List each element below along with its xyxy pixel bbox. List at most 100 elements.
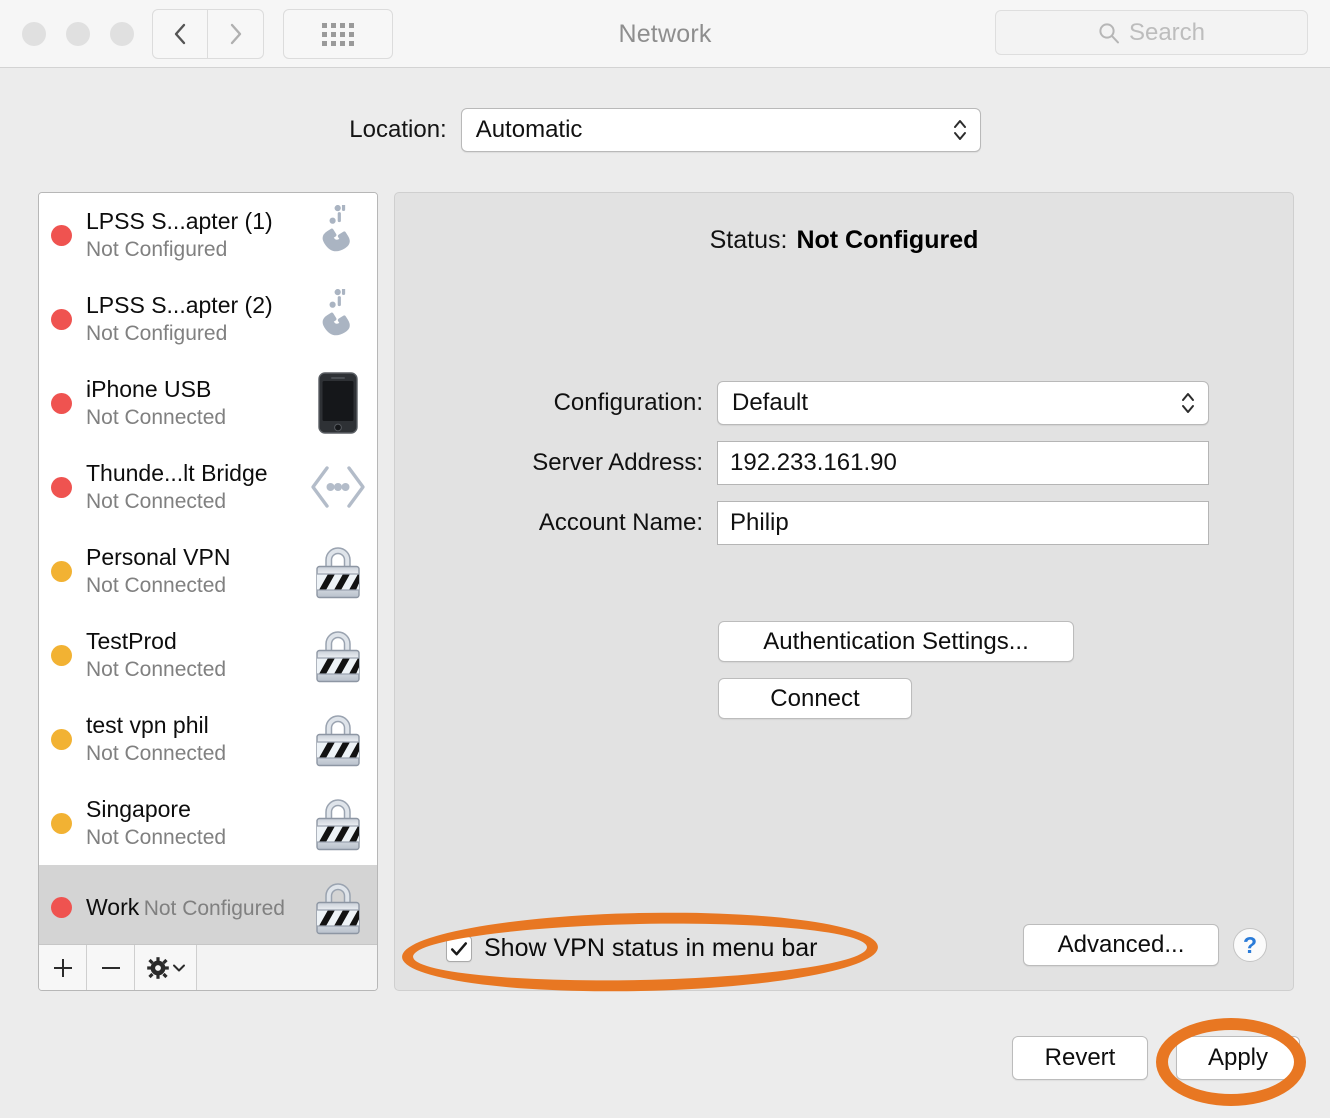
- location-popup-button[interactable]: Automatic: [460, 108, 981, 152]
- window-titlebar: Network Search: [0, 0, 1330, 68]
- service-name: test vpn phil: [86, 712, 209, 738]
- network-services-panel: LPSS S...apter (1) Not Configured LPSS S…: [38, 192, 378, 991]
- service-actions-button[interactable]: [135, 945, 197, 990]
- modem-icon: [322, 205, 350, 252]
- service-detail-pane: Status: Not Configured Configuration: De…: [394, 192, 1294, 991]
- text-input-value: Philip: [730, 509, 789, 536]
- service-row[interactable]: LPSS S...apter (2) Not Configured: [39, 277, 377, 361]
- network-preferences-window: Network Search Location: Automatic LPSS …: [0, 0, 1330, 1118]
- advanced-row: Advanced... ?: [1023, 924, 1267, 966]
- form-row: Configuration: Default: [395, 381, 1293, 425]
- service-status: Not Connected: [86, 826, 227, 849]
- vpn-lock-icon: [316, 547, 360, 599]
- service-icon-wrapper: [307, 792, 369, 854]
- checkmark-icon: [450, 941, 468, 955]
- service-icon-wrapper: [307, 876, 369, 938]
- vpn-lock-icon: [316, 883, 360, 935]
- action-button-stack: Authentication Settings... Connect: [718, 621, 1074, 719]
- service-row[interactable]: Singapore Not Connected: [39, 781, 377, 865]
- service-icon-wrapper: [307, 456, 369, 518]
- vpn-settings-form: Configuration: Default Server Address: 1…: [395, 381, 1293, 561]
- status-value: Not Configured: [796, 226, 979, 254]
- service-icon-wrapper: [307, 372, 369, 434]
- form-row: Server Address: 192.233.161.90: [395, 441, 1293, 485]
- status-dot-red: [51, 896, 72, 918]
- service-name: Singapore: [86, 796, 191, 822]
- status-dot-yellow: [51, 560, 72, 582]
- service-icon-wrapper: [307, 708, 369, 770]
- search-field[interactable]: Search: [995, 10, 1308, 55]
- service-status: Not Connected: [86, 574, 227, 597]
- connect-button[interactable]: Connect: [718, 678, 912, 719]
- service-name: iPhone USB: [86, 376, 212, 402]
- search-icon: [1099, 22, 1119, 43]
- service-status: Not Configured: [143, 896, 285, 920]
- stepper-arrows-icon: [1182, 393, 1194, 413]
- services-list-toolbar: [39, 944, 377, 990]
- service-name: LPSS S...apter (2): [86, 292, 273, 318]
- text-input-value: 192.233.161.90: [730, 449, 897, 476]
- configuration-value: Default: [732, 389, 809, 416]
- add-service-button[interactable]: [39, 945, 87, 990]
- service-status: Not Connected: [86, 490, 227, 513]
- service-row[interactable]: Work Not Configured: [39, 865, 377, 949]
- service-status: Not Connected: [86, 406, 227, 429]
- service-icon-wrapper: [307, 540, 369, 602]
- stepper-arrows-icon: [953, 120, 966, 140]
- service-name: Personal VPN: [86, 544, 231, 570]
- service-row[interactable]: LPSS S...apter (1) Not Configured: [39, 193, 377, 277]
- toolbar-filler: [197, 945, 377, 990]
- service-name: LPSS S...apter (1): [86, 208, 273, 234]
- chevron-down-icon: [172, 964, 185, 971]
- service-row[interactable]: Thunde...lt Bridge Not Connected: [39, 445, 377, 529]
- service-icon-wrapper: [307, 624, 369, 686]
- advanced-button[interactable]: Advanced...: [1023, 924, 1219, 966]
- service-row[interactable]: test vpn phil Not Connected: [39, 697, 377, 781]
- status-dot-red: [51, 308, 72, 330]
- modem-icon: [322, 289, 350, 336]
- show-vpn-status-checkbox-row[interactable]: Show VPN status in menu bar: [446, 934, 818, 963]
- service-icon-wrapper: [307, 288, 369, 350]
- location-row: Location: Automatic: [0, 108, 1330, 152]
- status-label: Status:: [709, 226, 788, 254]
- service-icon-wrapper: [307, 204, 369, 266]
- thunderbolt-bridge-icon: [311, 466, 365, 508]
- service-name: Work: [86, 893, 140, 920]
- service-row[interactable]: Personal VPN Not Connected: [39, 529, 377, 613]
- status-dot-red: [51, 224, 72, 246]
- remove-service-button[interactable]: [87, 945, 135, 990]
- field-label: Account Name:: [538, 509, 703, 536]
- show-vpn-status-checkbox[interactable]: [446, 935, 472, 962]
- show-vpn-status-label: Show VPN status in menu bar: [484, 934, 818, 962]
- service-row[interactable]: iPhone USB Not Connected: [39, 361, 377, 445]
- network-services-list[interactable]: LPSS S...apter (1) Not Configured LPSS S…: [39, 193, 377, 949]
- footer-buttons: Revert Apply: [1012, 1036, 1300, 1080]
- service-name: TestProd: [86, 628, 177, 654]
- status-dot-red: [51, 392, 72, 414]
- text-input[interactable]: Philip: [717, 501, 1209, 545]
- service-status: Not Connected: [86, 658, 227, 681]
- authentication-settings-button[interactable]: Authentication Settings...: [718, 621, 1074, 662]
- service-name: Thunde...lt Bridge: [86, 460, 268, 486]
- form-row: Account Name: Philip: [395, 501, 1293, 545]
- field-label: Configuration:: [553, 389, 703, 416]
- status-dot-yellow: [51, 644, 72, 666]
- location-label: Location:: [349, 116, 447, 143]
- apply-button[interactable]: Apply: [1176, 1036, 1300, 1080]
- field-label: Server Address:: [532, 449, 703, 476]
- configuration-popup-button[interactable]: Default: [717, 381, 1209, 425]
- gear-icon: [146, 956, 169, 979]
- revert-button[interactable]: Revert: [1012, 1036, 1148, 1080]
- search-input-placeholder: Search: [1128, 18, 1206, 46]
- service-status: Not Configured: [86, 238, 228, 261]
- location-value: Automatic: [475, 116, 583, 143]
- iphone-icon: [318, 372, 358, 434]
- service-row[interactable]: TestProd Not Connected: [39, 613, 377, 697]
- help-button[interactable]: ?: [1233, 928, 1267, 962]
- service-status: Not Configured: [86, 322, 228, 345]
- text-input[interactable]: 192.233.161.90: [717, 441, 1209, 485]
- plus-icon: [53, 958, 72, 977]
- vpn-lock-icon: [316, 715, 360, 767]
- minus-icon: [101, 966, 120, 969]
- vpn-lock-icon: [316, 799, 360, 851]
